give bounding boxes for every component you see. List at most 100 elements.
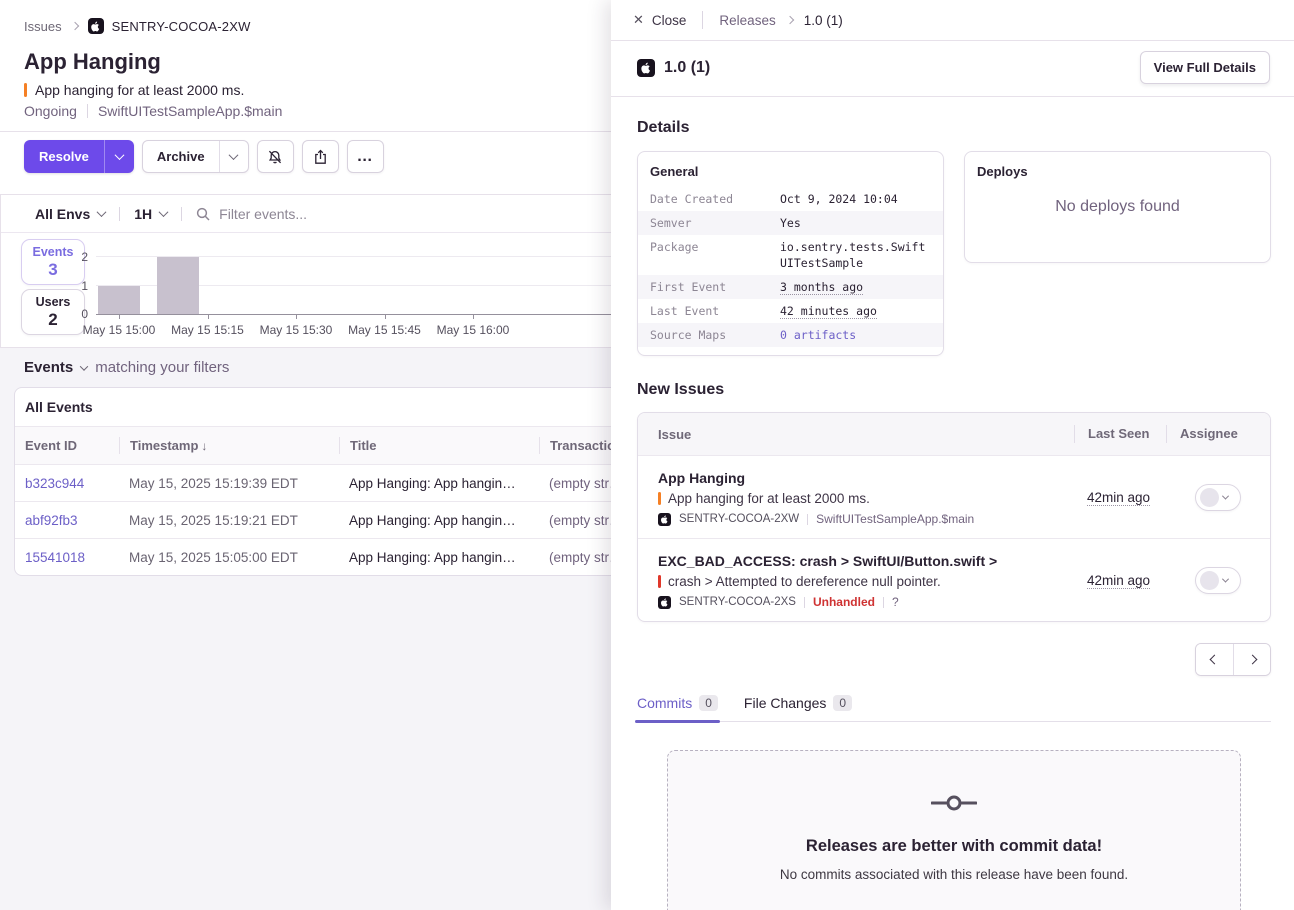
column-timestamp[interactable]: Timestamp↓ (119, 437, 339, 454)
event-id-link[interactable]: abf92fb3 (25, 513, 78, 528)
time-range-filter[interactable]: 1H (134, 206, 167, 222)
archive-button[interactable]: Archive (143, 141, 219, 172)
slideover-breadcrumb: Releases 1.0 (1) (719, 13, 842, 28)
issue-row-title-link[interactable]: App Hanging (658, 469, 1064, 487)
environment-filter-label: All Envs (35, 206, 90, 222)
ellipsis-icon: … (357, 152, 374, 162)
pagination-group (1195, 643, 1271, 676)
issue-row-message: crash > Attempted to dereference null po… (658, 574, 1064, 589)
mute-button[interactable] (257, 140, 294, 173)
general-row-value: Yes (780, 215, 931, 231)
release-version: 1.0 (1) (664, 59, 710, 77)
general-row: Source Maps 0 artifacts (638, 323, 943, 347)
chevron-right-icon (1247, 655, 1257, 665)
chevron-down-icon (97, 207, 107, 217)
close-icon: ✕ (633, 12, 644, 28)
issue-last-seen: 42min ago (1074, 490, 1166, 505)
share-upload-icon (313, 149, 328, 165)
share-button[interactable] (302, 140, 339, 173)
event-title: App Hanging: App hangin… (339, 476, 539, 491)
breadcrumb-short-id: SENTRY-COCOA-2XW (112, 19, 251, 34)
issue-row: EXC_BAD_ACCESS: crash > SwiftUI/Button.s… (638, 538, 1270, 621)
chevron-down-icon (159, 207, 169, 217)
chevron-down-icon (1222, 576, 1229, 583)
event-id-link[interactable]: b323c944 (25, 476, 84, 491)
level-warning-bar (658, 492, 661, 505)
event-timestamp: May 15, 2025 15:19:21 EDT (119, 513, 339, 528)
issue-row-message: App hanging for at least 2000 ms. (658, 491, 1064, 506)
release-details-slideover: ✕ Close Releases 1.0 (1) 1.0 (1) View Fu… (611, 0, 1294, 910)
unhandled-badge: Unhandled (813, 595, 875, 609)
breadcrumb-issues-link[interactable]: Issues (24, 19, 62, 34)
divider (181, 207, 182, 221)
release-name-row: 1.0 (1) (637, 59, 710, 77)
resolve-split-button[interactable]: Resolve (24, 140, 134, 173)
event-title: App Hanging: App hangin… (339, 513, 539, 528)
column-last-seen: Last Seen (1074, 425, 1166, 443)
divider (87, 104, 88, 118)
issue-context: SwiftUITestSampleApp.$main (98, 103, 282, 119)
previous-page-button[interactable] (1196, 644, 1233, 675)
issue-row-tags: SENTRY-COCOA-2XS Unhandled ? (658, 595, 1064, 609)
breadcrumb-releases-link[interactable]: Releases (719, 13, 775, 28)
general-row-label: Semver (650, 215, 780, 231)
archive-dropdown-button[interactable] (219, 141, 248, 172)
resolve-button[interactable]: Resolve (24, 140, 104, 173)
commits-empty-title: Releases are better with commit data! (688, 837, 1220, 856)
avatar (1200, 571, 1219, 590)
events-section-subtitle: matching your filters (95, 359, 229, 376)
event-id-link[interactable]: 15541018 (25, 550, 85, 565)
time-range-filter-label: 1H (134, 206, 152, 222)
new-issues-card: Issue Last Seen Assignee App Hanging App… (637, 412, 1271, 622)
help-question-icon[interactable]: ? (892, 595, 899, 609)
issue-row-tags: SENTRY-COCOA-2XW SwiftUITestSampleApp.$m… (658, 512, 1064, 526)
more-actions-button[interactable]: … (347, 140, 384, 173)
chevron-right-icon (785, 16, 793, 24)
apple-platform-icon (658, 513, 671, 526)
general-row-label: Date Created (650, 191, 780, 207)
chevron-down-icon (229, 150, 239, 160)
chart-bar (157, 257, 199, 314)
divider (804, 597, 805, 608)
divider (883, 597, 884, 608)
events-section-label: Events (24, 359, 73, 376)
issue-row-main: App Hanging App hanging for at least 200… (638, 469, 1074, 526)
issue-row: App Hanging App hanging for at least 200… (638, 455, 1270, 538)
close-button[interactable]: ✕ Close (633, 12, 686, 28)
column-title[interactable]: Title (339, 437, 539, 454)
deploys-empty-message: No deploys found (965, 152, 1270, 262)
general-row: Last Event 42 minutes ago (638, 299, 943, 323)
apple-platform-icon (637, 59, 655, 77)
general-row-label: Package (650, 239, 780, 271)
issue-row-title-link[interactable]: EXC_BAD_ACCESS: crash > SwiftUI/Button.s… (658, 552, 1064, 570)
source-maps-link[interactable]: 0 artifacts (780, 328, 856, 342)
column-event-id[interactable]: Event ID (15, 438, 119, 453)
assignee-dropdown[interactable] (1195, 484, 1241, 511)
archive-split-button[interactable]: Archive (142, 140, 249, 173)
tab-file-changes[interactable]: File Changes 0 (744, 695, 852, 721)
issue-subtitle: App hanging for at least 2000 ms. (35, 82, 244, 98)
view-full-details-button[interactable]: View Full Details (1140, 51, 1270, 84)
general-row-label: Last Event (650, 303, 780, 319)
bell-slash-icon (267, 149, 283, 165)
chevron-down-icon (114, 150, 124, 160)
general-card-title: General (638, 152, 943, 187)
resolve-dropdown-button[interactable] (104, 140, 134, 173)
chevron-down-icon[interactable] (80, 362, 88, 370)
assignee-dropdown[interactable] (1195, 567, 1241, 594)
search-icon (196, 207, 210, 221)
general-row-label: Source Maps (650, 327, 780, 343)
apple-platform-icon (658, 596, 671, 609)
environment-filter[interactable]: All Envs (35, 206, 105, 222)
details-heading: Details (637, 119, 1271, 137)
chevron-down-icon (1222, 493, 1229, 500)
issue-status: Ongoing (24, 103, 77, 119)
tab-commits[interactable]: Commits 0 (637, 695, 718, 721)
next-page-button[interactable] (1233, 644, 1270, 675)
assignee-cell (1166, 484, 1270, 511)
breadcrumb-release-version: 1.0 (1) (804, 13, 843, 28)
event-title: App Hanging: App hangin… (339, 550, 539, 565)
chart-bar (98, 286, 140, 315)
new-issues-table-header: Issue Last Seen Assignee (638, 413, 1270, 455)
release-tabs: Commits 0 File Changes 0 (637, 695, 1271, 722)
